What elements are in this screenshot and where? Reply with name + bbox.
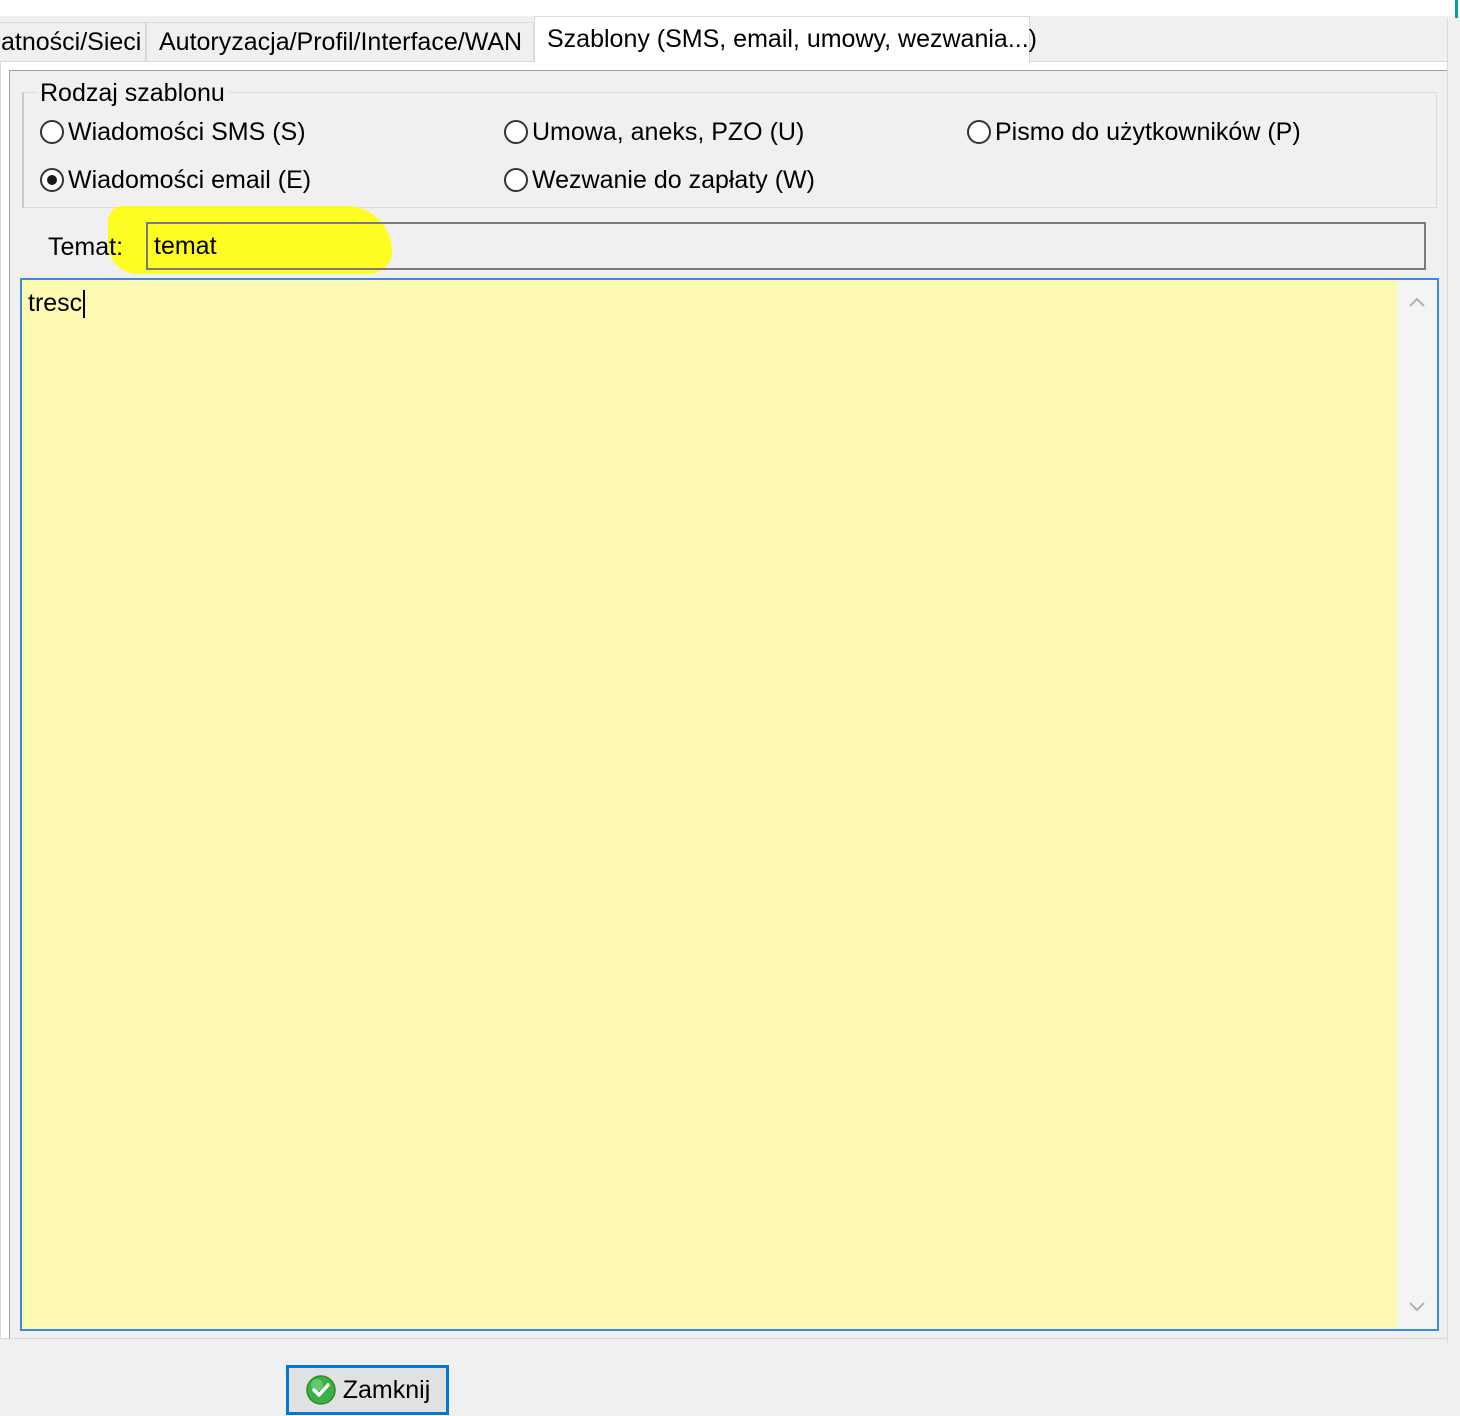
close-button-label: Zamknij — [342, 1375, 431, 1404]
template-type-legend: Rodzaj szablonu — [36, 79, 229, 107]
radio-circle[interactable] — [504, 168, 528, 192]
radio-label: Pismo do użytkowników (P) — [995, 117, 1301, 146]
radio-sms[interactable]: Wiadomości SMS (S) — [40, 116, 306, 148]
tab-bar: atności/Sieci Autoryzacja/Profil/Interfa… — [0, 16, 1460, 63]
text-caret — [83, 290, 86, 319]
radio-circle-selected[interactable] — [40, 168, 64, 192]
radio-pismo[interactable]: Pismo do użytkowników (P) — [967, 116, 1301, 148]
radio-label: Umowa, aneks, PZO (U) — [532, 117, 805, 146]
chevron-down-icon[interactable] — [1397, 1287, 1437, 1327]
radio-circle[interactable] — [40, 120, 64, 144]
subject-value: temat — [154, 232, 217, 260]
tab-label: Autoryzacja/Profil/Interface/WAN — [159, 28, 523, 56]
body-textarea[interactable]: tresc — [20, 278, 1439, 1331]
tab-label: Szablony (SMS, email, umowy, wezwania...… — [547, 25, 1037, 53]
tab-label: atności/Sieci — [1, 28, 142, 56]
close-button[interactable]: Zamknij — [286, 1365, 449, 1415]
radio-label: Wiadomości email (E) — [68, 165, 312, 194]
tab-szablony[interactable]: Szablony (SMS, email, umowy, wezwania...… — [534, 16, 1037, 63]
radio-label: Wezwanie do zapłaty (W) — [532, 165, 815, 194]
subject-input[interactable]: temat — [146, 222, 1426, 270]
tab-platnosci-sieci[interactable]: atności/Sieci — [0, 22, 146, 62]
radio-umowa[interactable]: Umowa, aneks, PZO (U) — [504, 116, 804, 148]
check-circle-icon — [305, 1374, 337, 1406]
subject-label: Temat: — [48, 233, 124, 261]
radio-label: Wiadomości SMS (S) — [68, 117, 306, 146]
radio-circle[interactable] — [967, 120, 991, 144]
chevron-up-icon[interactable] — [1397, 282, 1437, 322]
app-window: atności/Sieci Autoryzacja/Profil/Interfa… — [0, 0, 1460, 1416]
radio-email[interactable]: Wiadomości email (E) — [40, 164, 311, 196]
vertical-scrollbar[interactable] — [1397, 280, 1437, 1329]
tab-autoryzacja[interactable]: Autoryzacja/Profil/Interface/WAN — [146, 22, 534, 62]
radio-wezwanie[interactable]: Wezwanie do zapłaty (W) — [504, 164, 815, 196]
title-strip — [0, 0, 1460, 16]
radio-circle[interactable] — [504, 120, 528, 144]
body-text: tresc — [28, 288, 86, 319]
